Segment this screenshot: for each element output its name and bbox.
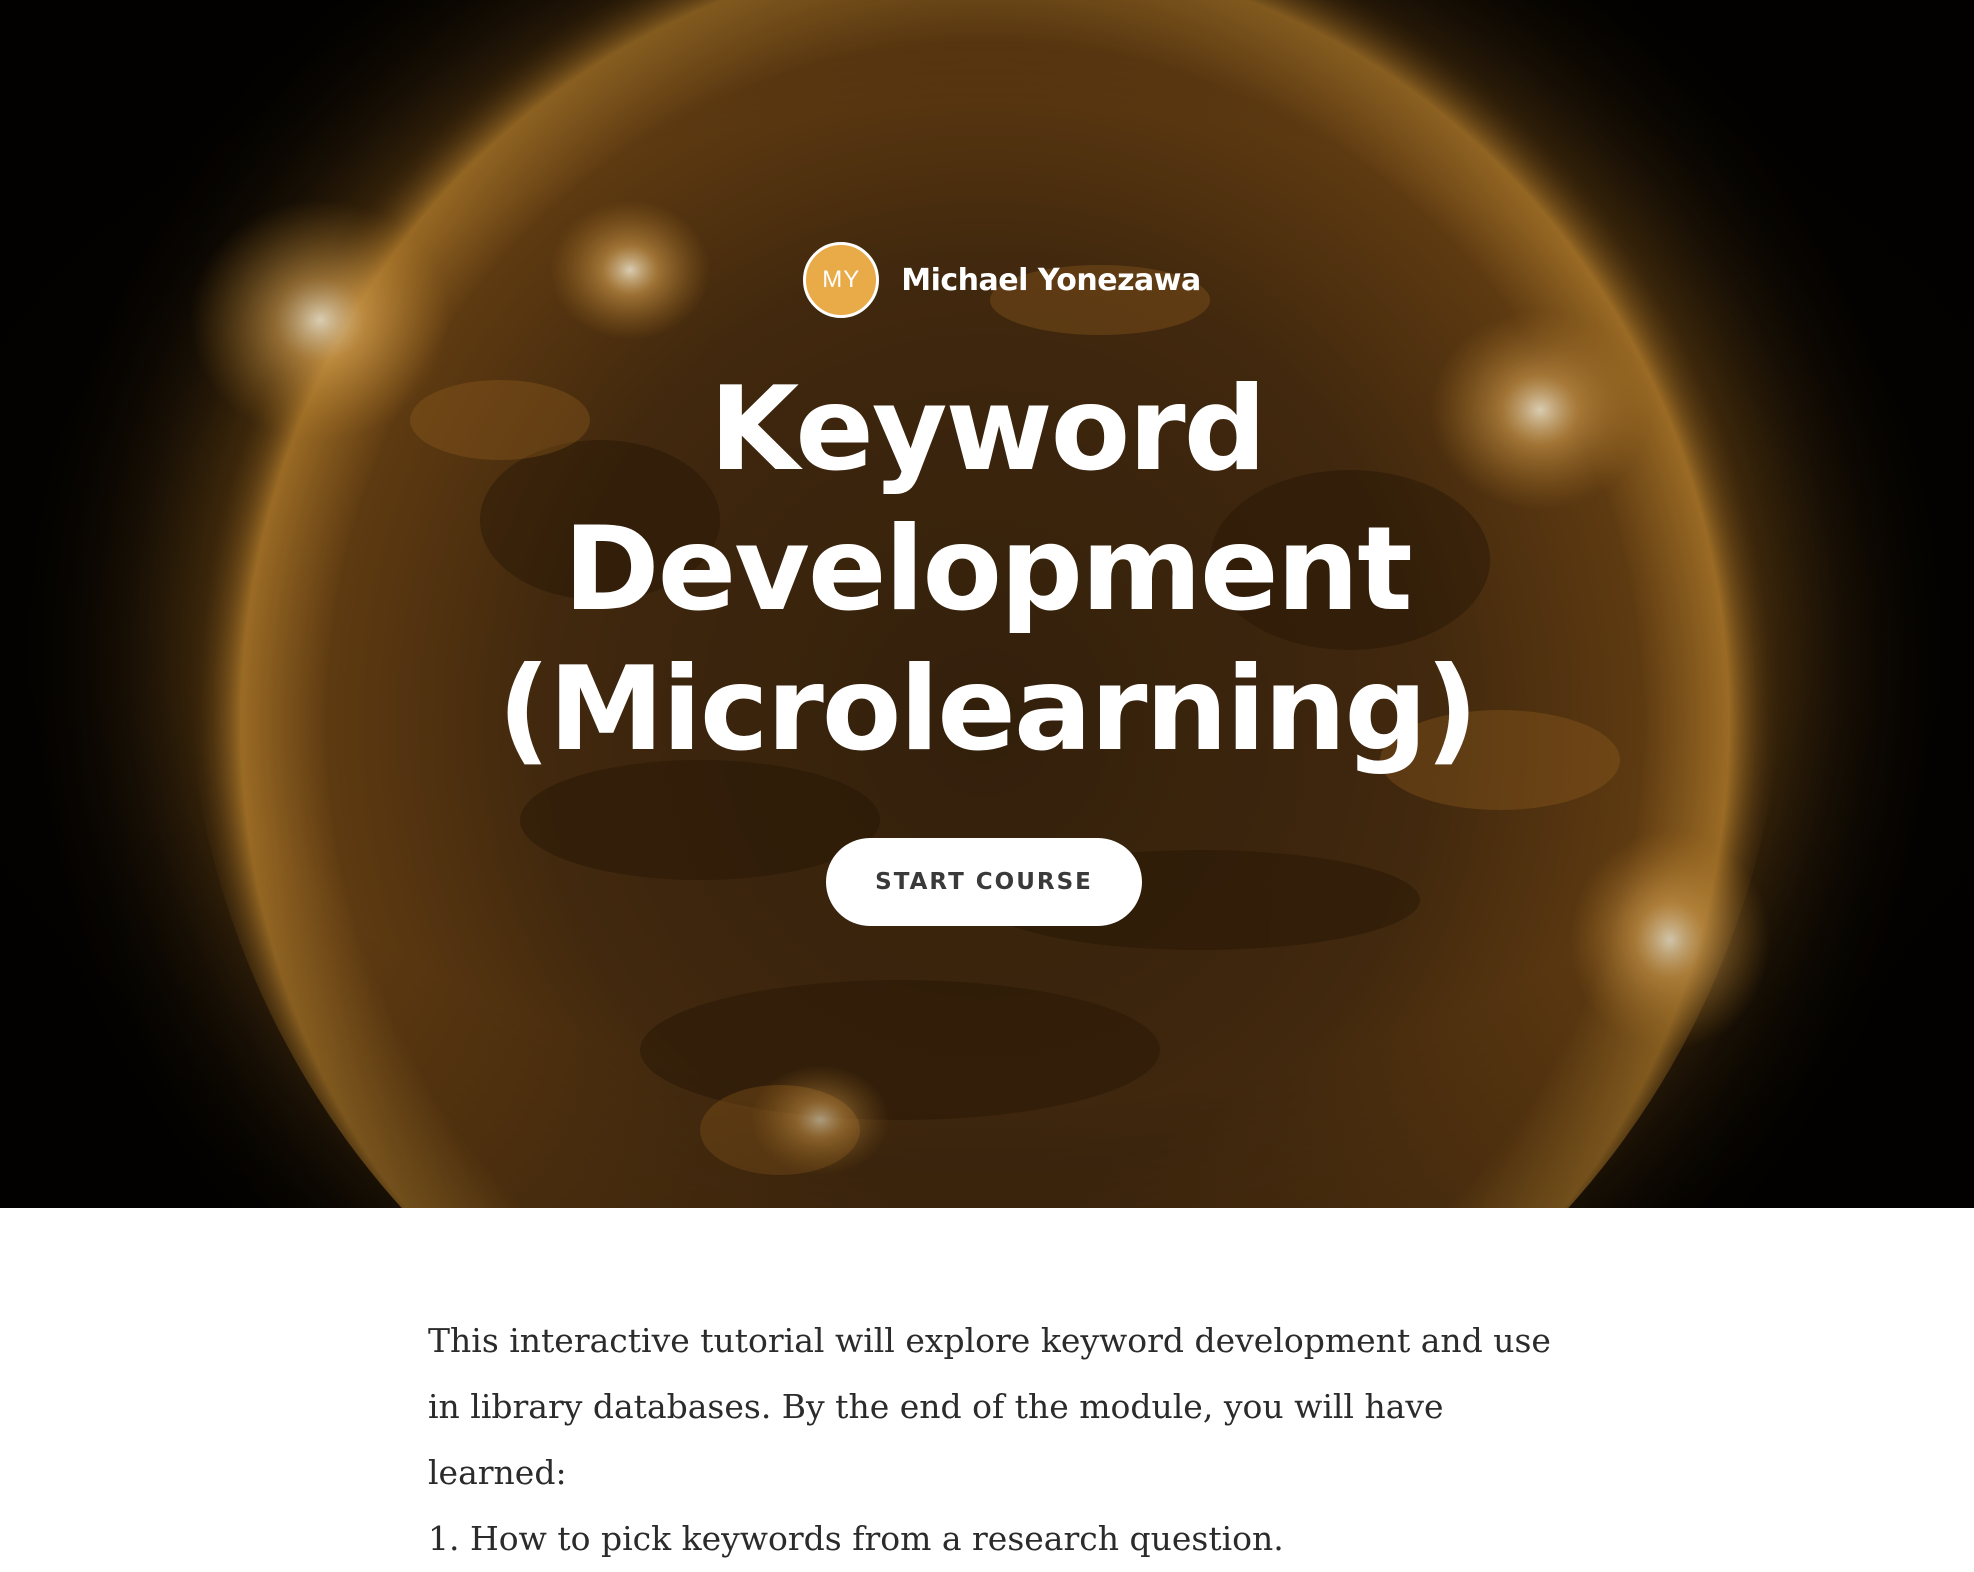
course-description: This interactive tutorial will explore k… <box>428 1308 1558 1572</box>
hero-banner: MY Michael Yonezawa Keyword Development … <box>0 0 1974 1208</box>
learning-objective-item: 1. How to pick keywords from a research … <box>428 1519 1284 1558</box>
course-title-line: Keyword <box>709 362 1266 497</box>
start-course-button[interactable]: START COURSE <box>826 838 1142 926</box>
description-intro: This interactive tutorial will explore k… <box>428 1321 1551 1492</box>
author-avatar: MY <box>803 242 880 318</box>
author-name: Michael Yonezawa <box>901 262 1201 298</box>
course-title-line: (Microlearning) <box>497 642 1479 777</box>
author-info: MY Michael Yonezawa <box>0 242 1974 318</box>
course-title: Keyword Development (Microlearning) <box>0 360 1974 780</box>
course-title-line: Development <box>563 502 1412 637</box>
